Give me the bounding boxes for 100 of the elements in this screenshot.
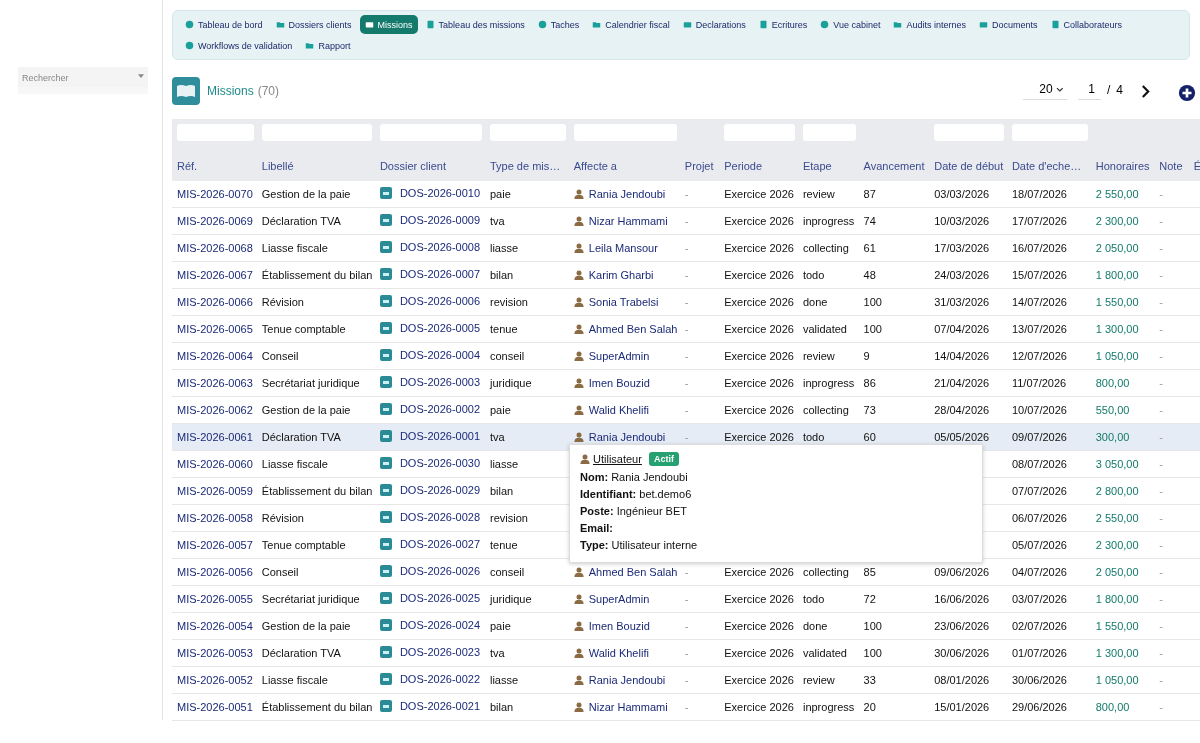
nav-tab[interactable]: Audits internes bbox=[888, 15, 971, 34]
dossier-link[interactable]: DOS-2026-0006 bbox=[399, 295, 481, 307]
nav-tab[interactable]: Vue cabinet bbox=[815, 15, 886, 34]
ref-link[interactable]: MIS-2026-0056 bbox=[177, 566, 253, 578]
ref-link[interactable]: MIS-2026-0069 bbox=[177, 215, 253, 227]
assignee-link[interactable]: Sonia Trabelsi bbox=[588, 295, 659, 308]
page-number-field[interactable]: 1 bbox=[1078, 82, 1101, 100]
assignee-link[interactable]: Rania Jendoubi bbox=[588, 187, 666, 200]
column-header[interactable]: Affecte a bbox=[573, 159, 617, 172]
table-row[interactable]: MIS-2026-0051 Établissement du bilan DOS-2026-0021 bilan Nizar Hammami - Exercice 2026 inprogress 20 15/01/2026 29/06/2026 800,00 - bbox=[172, 693, 1200, 721]
table-row[interactable]: MIS-2026-0065 Tenue comptable DOS-2026-0005 tenue Ahmed Ben Salah - Exercice 2026 validated 100 07/04/2026 13/07/2026 1 300,00 - bbox=[172, 315, 1200, 343]
ref-link[interactable]: MIS-2026-0055 bbox=[177, 593, 253, 605]
column-header[interactable]: Date d'eche… bbox=[1011, 159, 1082, 172]
dossier-link[interactable]: DOS-2026-0022 bbox=[399, 673, 481, 685]
dossier-link[interactable]: DOS-2026-0009 bbox=[399, 214, 481, 226]
assignee-link[interactable]: SuperAdmin bbox=[588, 592, 650, 605]
popover-title[interactable]: Utilisateur bbox=[593, 453, 642, 465]
dossier-link[interactable]: DOS-2026-0024 bbox=[399, 619, 481, 631]
nav-tab[interactable]: Workflows de validation bbox=[180, 36, 298, 55]
assignee-link[interactable]: Nizar Hammami bbox=[588, 214, 668, 227]
nav-tab[interactable]: Declarations bbox=[677, 15, 751, 34]
ref-link[interactable]: MIS-2026-0070 bbox=[177, 188, 253, 200]
assignee-link[interactable]: Imen Bouzid bbox=[588, 619, 650, 632]
nav-tab[interactable]: Ecritures bbox=[753, 15, 813, 34]
column-header[interactable]: Note bbox=[1159, 159, 1183, 172]
column-header[interactable]: Avancement bbox=[863, 159, 925, 172]
dossier-link[interactable]: DOS-2026-0008 bbox=[399, 241, 481, 253]
nav-tab[interactable]: Calendrier fiscal bbox=[587, 15, 675, 34]
nav-tab[interactable]: Taches bbox=[532, 15, 585, 34]
dossier-link[interactable]: DOS-2026-0023 bbox=[399, 646, 481, 658]
ref-link[interactable]: MIS-2026-0057 bbox=[177, 539, 253, 551]
ref-link[interactable]: MIS-2026-0066 bbox=[177, 296, 253, 308]
dossier-link[interactable]: DOS-2026-0028 bbox=[399, 511, 481, 523]
column-header[interactable]: Honoraires bbox=[1095, 159, 1150, 172]
column-header[interactable]: Periode bbox=[724, 159, 763, 172]
dossier-link[interactable]: DOS-2026-0030 bbox=[399, 457, 481, 469]
table-row[interactable]: MIS-2026-0054 Gestion de la paie DOS-2026-0024 paie Imen Bouzid - Exercice 2026 done 100 23/06/2026 02/07/2026 1 550,00 - bbox=[172, 612, 1200, 640]
ref-link[interactable]: MIS-2026-0063 bbox=[177, 377, 253, 389]
ref-link[interactable]: MIS-2026-0060 bbox=[177, 458, 253, 470]
ref-link[interactable]: MIS-2026-0064 bbox=[177, 350, 253, 362]
column-header[interactable]: Type de mis… bbox=[489, 159, 561, 172]
nav-tab[interactable]: Collaborateurs bbox=[1045, 15, 1128, 34]
table-row[interactable]: MIS-2026-0067 Établissement du bilan DOS-2026-0007 bilan Karim Gharbi - Exercice 2026 todo 48 24/03/2026 15/07/2026 1 800,00 - bbox=[172, 261, 1200, 289]
dossier-link[interactable]: DOS-2026-0007 bbox=[399, 268, 481, 280]
ref-link[interactable]: MIS-2026-0068 bbox=[177, 242, 253, 254]
ref-link[interactable]: MIS-2026-0052 bbox=[177, 674, 253, 686]
table-row[interactable]: MIS-2026-0070 Gestion de la paie DOS-2026-0010 paie Rania Jendoubi - Exercice 2026 review 87 03/03/2026 18/07/2026 2 550,00 - bbox=[172, 181, 1200, 208]
assignee-link[interactable]: Ahmed Ben Salah bbox=[588, 565, 678, 578]
table-row[interactable]: MIS-2026-0064 Conseil DOS-2026-0004 conseil SuperAdmin - Exercice 2026 review 9 14/04/2026 12/07/2026 1 050,00 - bbox=[172, 342, 1200, 370]
dossier-link[interactable]: DOS-2026-0027 bbox=[399, 538, 481, 550]
nav-tab[interactable]: Missions bbox=[359, 15, 418, 34]
column-header[interactable]: Date de début bbox=[934, 159, 1004, 172]
dossier-link[interactable]: DOS-2026-0002 bbox=[399, 403, 481, 415]
add-icon[interactable] bbox=[1178, 84, 1196, 102]
nav-tab[interactable]: Tableau des missions bbox=[420, 15, 530, 34]
assignee-link[interactable]: SuperAdmin bbox=[588, 349, 650, 362]
dossier-link[interactable]: DOS-2026-0021 bbox=[399, 700, 481, 712]
column-header[interactable]: Etape bbox=[802, 159, 832, 172]
dossier-link[interactable]: DOS-2026-0029 bbox=[399, 484, 481, 496]
ref-link[interactable]: MIS-2026-0051 bbox=[177, 701, 253, 713]
dossier-link[interactable]: DOS-2026-0003 bbox=[399, 376, 481, 388]
table-row[interactable]: MIS-2026-0055 Secrétariat juridique DOS-2026-0025 juridique SuperAdmin - Exercice 2026 todo 72 16/06/2026 03/07/2026 1 800,00 - bbox=[172, 585, 1200, 613]
assignee-link[interactable]: Nizar Hammami bbox=[588, 700, 668, 713]
assignee-link[interactable]: Leila Mansour bbox=[588, 241, 658, 254]
ref-link[interactable]: MIS-2026-0062 bbox=[177, 404, 253, 416]
column-header[interactable]: Projet bbox=[684, 159, 714, 172]
table-row[interactable]: MIS-2026-0053 Déclaration TVA DOS-2026-0023 tva Walid Khelifi - Exercice 2026 validated 100 30/06/2026 01/07/2026 1 300,00 - bbox=[172, 639, 1200, 667]
page-size-select[interactable]: 20 bbox=[1023, 82, 1068, 100]
assignee-link[interactable]: Imen Bouzid bbox=[588, 376, 650, 389]
ref-link[interactable]: MIS-2026-0067 bbox=[177, 269, 253, 281]
table-row[interactable]: MIS-2026-0052 Liasse fiscale DOS-2026-0022 liasse Rania Jendoubi - Exercice 2026 review 33 08/01/2026 30/06/2026 1 050,00 - bbox=[172, 666, 1200, 694]
next-page-icon[interactable] bbox=[1141, 84, 1150, 98]
table-row[interactable]: MIS-2026-0063 Secrétariat juridique DOS-2026-0003 juridique Imen Bouzid - Exercice 2026 inprogress 86 21/04/2026 11/07/2026 800,00 - bbox=[172, 369, 1200, 397]
ref-link[interactable]: MIS-2026-0053 bbox=[177, 647, 253, 659]
nav-tab[interactable]: Dossiers clients bbox=[270, 15, 357, 34]
ref-link[interactable]: MIS-2026-0058 bbox=[177, 512, 253, 524]
nav-tab[interactable]: Documents bbox=[974, 15, 1043, 34]
dossier-link[interactable]: DOS-2026-0026 bbox=[399, 565, 481, 577]
assignee-link[interactable]: Ahmed Ben Salah bbox=[588, 322, 678, 335]
nav-tab[interactable]: Tableau de bord bbox=[180, 15, 268, 34]
ref-link[interactable]: MIS-2026-0054 bbox=[177, 620, 253, 632]
table-row[interactable]: MIS-2026-0069 Déclaration TVA DOS-2026-0009 tva Nizar Hammami - Exercice 2026 inprogress 74 10/03/2026 17/07/2026 2 300,00 - bbox=[172, 207, 1200, 235]
table-row[interactable]: MIS-2026-0062 Gestion de la paie DOS-2026-0002 paie Walid Khelifi - Exercice 2026 collecting 73 28/04/2026 10/07/2026 550,00 - bbox=[172, 396, 1200, 424]
table-row[interactable]: MIS-2026-0066 Révision DOS-2026-0006 revision Sonia Trabelsi - Exercice 2026 done 100 31/03/2026 14/07/2026 1 550,00 - bbox=[172, 288, 1200, 316]
dossier-link[interactable]: DOS-2026-0005 bbox=[399, 322, 481, 334]
dossier-link[interactable]: DOS-2026-0025 bbox=[399, 592, 481, 604]
dossier-link[interactable]: DOS-2026-0004 bbox=[399, 349, 481, 361]
assignee-link[interactable]: Walid Khelifi bbox=[588, 403, 649, 416]
ref-link[interactable]: MIS-2026-0065 bbox=[177, 323, 253, 335]
column-header[interactable]: É bbox=[1193, 159, 1200, 172]
dossier-link[interactable]: DOS-2026-0010 bbox=[399, 187, 481, 199]
ref-link[interactable]: MIS-2026-0059 bbox=[177, 485, 253, 497]
column-header[interactable]: Dossier client bbox=[379, 159, 446, 172]
assignee-link[interactable]: Walid Khelifi bbox=[588, 646, 649, 659]
assignee-link[interactable]: Rania Jendoubi bbox=[588, 673, 666, 686]
nav-tab[interactable]: Rapport bbox=[300, 36, 356, 55]
column-header[interactable]: Réf. bbox=[177, 159, 198, 172]
column-header[interactable]: Libellé bbox=[261, 159, 294, 172]
assignee-link[interactable]: Karim Gharbi bbox=[588, 268, 654, 281]
table-row[interactable]: MIS-2026-0068 Liasse fiscale DOS-2026-0008 liasse Leila Mansour - Exercice 2026 collecting 61 17/03/2026 16/07/2026 2 050,00 - bbox=[172, 234, 1200, 262]
